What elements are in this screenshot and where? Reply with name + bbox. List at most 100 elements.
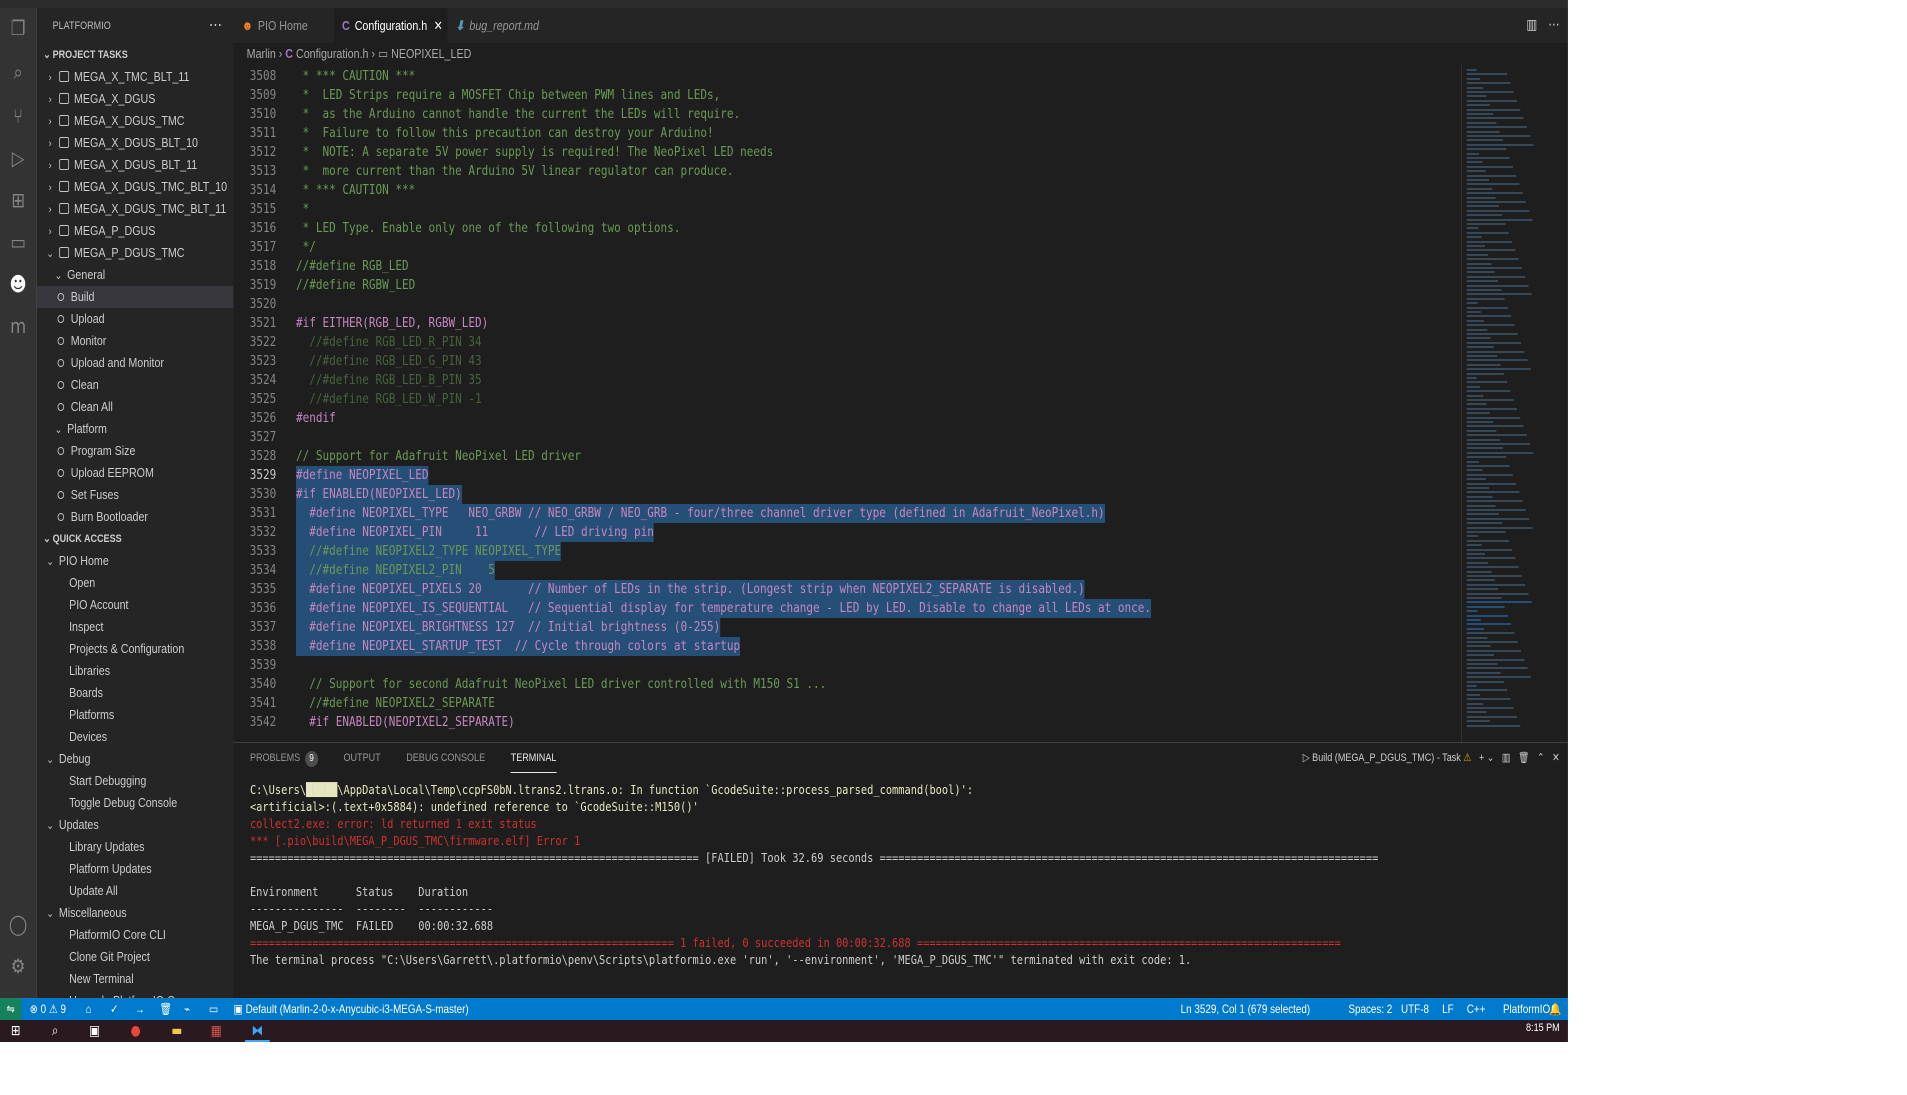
task-item[interactable]: Program Size: [36, 440, 233, 462]
menu-item[interactable]: Platform Updates: [36, 858, 233, 880]
menu-item[interactable]: New Terminal: [36, 968, 233, 990]
more-actions-icon[interactable]: ⋯: [209, 8, 222, 44]
chrome-icon[interactable]: ●: [125, 1020, 146, 1042]
tab-bug-report[interactable]: ⬇ bug_report.md: [447, 8, 570, 43]
build-check-icon[interactable]: ✓: [110, 998, 118, 1020]
breadcrumb-root[interactable]: Marlin: [247, 46, 276, 61]
menu-item[interactable]: PlatformIO Core CLI: [36, 924, 233, 946]
tab-terminal[interactable]: TERMINAL: [510, 744, 557, 773]
task-item[interactable]: Upload EEPROM: [36, 462, 233, 484]
app-icon[interactable]: ▦: [206, 1020, 227, 1042]
close-icon[interactable]: ✕: [434, 18, 443, 33]
menu-item[interactable]: Inspect: [36, 616, 233, 638]
close-icon[interactable]: ✕: [1552, 752, 1560, 764]
split-terminal-icon[interactable]: ▥: [1502, 752, 1511, 764]
indentation[interactable]: Spaces: 2: [1348, 998, 1392, 1020]
menu-item[interactable]: Library Updates: [36, 836, 233, 858]
env-item[interactable]: › MEGA_X_DGUS_TMC_BLT_11: [36, 198, 233, 220]
cursor-position[interactable]: Ln 3529, Col 1 (679 selected): [1181, 998, 1310, 1020]
task-item[interactable]: Burn Bootloader: [36, 506, 233, 528]
encoding[interactable]: UTF-8: [1401, 998, 1429, 1020]
task-item[interactable]: Set Fuses: [36, 484, 233, 506]
maximize-panel-icon[interactable]: ⌃: [1537, 752, 1545, 764]
env-item[interactable]: › MEGA_X_DGUS_TMC_BLT_10: [36, 176, 233, 198]
menu-item[interactable]: Start Debugging: [36, 770, 233, 792]
menu-item[interactable]: Devices: [36, 726, 233, 748]
eol[interactable]: LF: [1442, 998, 1454, 1020]
env-item-open[interactable]: ⌄ MEGA_P_DGUS_TMC: [36, 242, 233, 264]
env-item[interactable]: › MEGA_X_DGUS_TMC: [36, 110, 233, 132]
vscode-icon[interactable]: ⧓: [245, 1020, 270, 1042]
bell-icon[interactable]: 🔔: [1549, 998, 1561, 1020]
minimap[interactable]: [1461, 65, 1568, 742]
task-item[interactable]: Clean: [36, 374, 233, 396]
platformio-status[interactable]: PlatformIO: [1503, 998, 1550, 1020]
marlin-icon[interactable]: m: [7, 312, 30, 340]
task-item[interactable]: Clean All: [36, 396, 233, 418]
code-editor[interactable]: 3508 * *** CAUTION *** 3509 * LED Strips …: [233, 65, 1462, 742]
task-item[interactable]: Build: [36, 286, 234, 308]
group-pio-home[interactable]: ⌄ PIO Home: [36, 550, 233, 572]
group-debug[interactable]: ⌄ Debug: [36, 748, 233, 770]
tab-output[interactable]: OUTPUT: [343, 743, 380, 773]
clean-trash-icon[interactable]: 🗑: [160, 998, 173, 1020]
account-icon[interactable]: ◯: [7, 910, 30, 938]
env-item[interactable]: › MEGA_X_DGUS_BLT_10: [36, 132, 233, 154]
tab-problems[interactable]: PROBLEMS 9: [250, 743, 318, 773]
task-view-icon[interactable]: ▣: [86, 1020, 104, 1042]
menu-item[interactable]: Upgrade PlatformIO Core: [36, 990, 233, 998]
more-actions-icon[interactable]: ⋯: [1548, 17, 1560, 33]
trash-icon[interactable]: 🗑: [1518, 752, 1529, 764]
split-editor-icon[interactable]: ▥: [1526, 17, 1537, 33]
menu-item[interactable]: Open: [36, 572, 233, 594]
env-item[interactable]: › MEGA_X_DGUS: [36, 88, 233, 110]
remote-icon[interactable]: ⇋: [0, 998, 22, 1020]
add-terminal-icon[interactable]: +: [1479, 752, 1484, 764]
group-general[interactable]: ⌄ General: [36, 264, 233, 286]
file-explorer-icon[interactable]: ▬: [166, 1020, 187, 1042]
quick-access-header[interactable]: ⌄ QUICK ACCESS: [36, 528, 233, 550]
env-item[interactable]: › MEGA_X_TMC_BLT_11: [36, 66, 233, 88]
menu-item[interactable]: Update All: [36, 880, 233, 902]
menu-item[interactable]: Libraries: [36, 660, 233, 682]
project-tasks-header[interactable]: ⌄ PROJECT TASKS: [36, 44, 233, 66]
menu-item[interactable]: Platforms: [36, 704, 233, 726]
tab-debug-console[interactable]: DEBUG CONSOLE: [406, 743, 485, 773]
gear-icon[interactable]: ⚙: [7, 952, 30, 980]
extensions-icon[interactable]: ⊞: [7, 186, 30, 214]
search-icon[interactable]: ⌕: [7, 58, 30, 86]
env-item[interactable]: › MEGA_X_DGUS_BLT_11: [36, 154, 233, 176]
remote-explorer-icon[interactable]: ▭: [7, 228, 30, 256]
menu-item[interactable]: Clone Git Project: [36, 946, 233, 968]
terminal-icon[interactable]: ▭: [209, 998, 218, 1020]
task-item[interactable]: Upload: [36, 308, 233, 330]
env-switcher[interactable]: ▣ Default (Marlin-2-0-x-Anycubic-i3-MEGA…: [234, 998, 469, 1020]
home-icon[interactable]: ⌂: [86, 998, 92, 1020]
menu-item[interactable]: Toggle Debug Console: [36, 792, 233, 814]
upload-arrow-icon[interactable]: →: [135, 998, 145, 1020]
search-icon[interactable]: ⌕: [46, 1020, 64, 1042]
group-platform[interactable]: ⌄ Platform: [36, 418, 233, 440]
menu-item[interactable]: Projects & Configuration: [36, 638, 233, 660]
task-item[interactable]: Monitor: [36, 330, 233, 352]
windows-start-icon[interactable]: ⊞: [7, 1020, 25, 1042]
source-control-icon[interactable]: ⑂: [7, 102, 30, 130]
serial-monitor-icon[interactable]: ⌁: [184, 998, 190, 1020]
menu-item[interactable]: Boards: [36, 682, 233, 704]
group-updates[interactable]: ⌄ Updates: [36, 814, 233, 836]
platformio-icon[interactable]: ☻: [7, 270, 30, 298]
tab-pio-home[interactable]: ☻ PIO Home: [234, 8, 334, 43]
terminal-selector[interactable]: Build (MEGA_P_DGUS_TMC) - Task: [1312, 752, 1461, 764]
explorer-icon[interactable]: ❐: [7, 14, 30, 42]
breadcrumb-file[interactable]: Configuration.h: [296, 46, 368, 61]
run-debug-icon[interactable]: ▷: [7, 144, 30, 172]
tab-configuration-h[interactable]: C Configuration.h ✕: [333, 8, 448, 43]
menu-item[interactable]: PIO Account: [36, 594, 233, 616]
chevron-down-icon[interactable]: ⌄: [1487, 752, 1495, 764]
group-misc[interactable]: ⌄ Miscellaneous: [36, 902, 233, 924]
task-item[interactable]: Upload and Monitor: [36, 352, 233, 374]
problems-status[interactable]: ⊗ 0 ⚠ 9: [30, 998, 66, 1020]
breadcrumb-symbol[interactable]: NEOPIXEL_LED: [391, 46, 471, 61]
clock[interactable]: 8:15 PM: [1526, 1022, 1560, 1034]
language-mode[interactable]: C++: [1467, 998, 1486, 1020]
